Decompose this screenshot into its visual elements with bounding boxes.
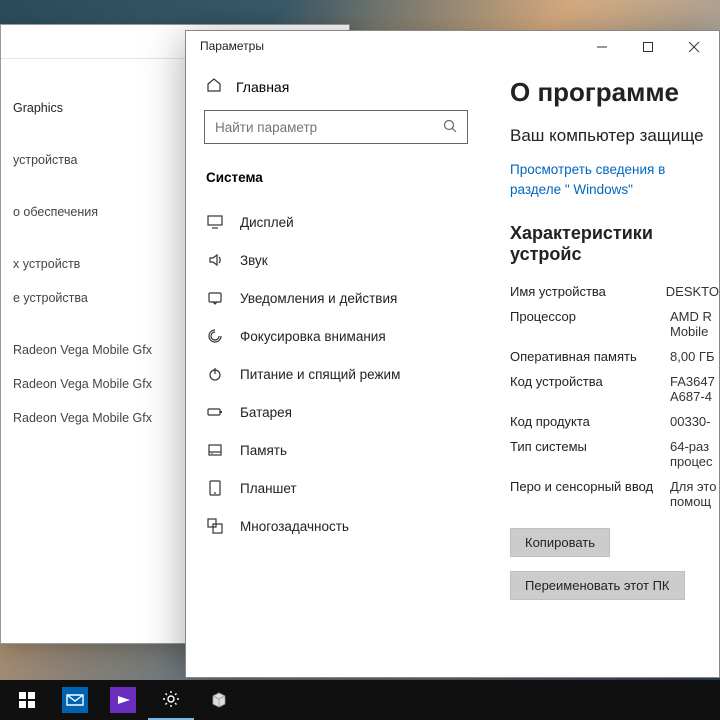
nav-label: Уведомления и действия <box>240 291 397 306</box>
nav-label: Дисплей <box>240 215 294 230</box>
taskbar-settings[interactable] <box>148 680 194 720</box>
desktop: Graphics устройства о обеспечения х устр… <box>0 0 720 720</box>
spec-key: Имя устройства <box>510 284 666 299</box>
spec-value: 00330- <box>670 414 710 429</box>
spec-row: Код продукта00330- <box>510 409 719 434</box>
spec-key: Тип системы <box>510 439 670 469</box>
taskbar-app[interactable] <box>196 680 242 720</box>
sidebar: Главная Система Дисплей Звук Уведомления и… <box>186 63 486 677</box>
spec-value: 8,00 ГБ <box>670 349 714 364</box>
nav-storage[interactable]: Память <box>204 431 468 469</box>
spec-row: Оперативная память8,00 ГБ <box>510 344 719 369</box>
spec-key: Процессор <box>510 309 670 339</box>
copy-button[interactable]: Копировать <box>510 528 610 557</box>
nav-label: Память <box>240 443 287 458</box>
nav-label: Питание и спящий режим <box>240 367 400 382</box>
spec-row: ПроцессорAMD RMobile <box>510 304 719 344</box>
close-button[interactable] <box>671 31 717 63</box>
nav-battery[interactable]: Батарея <box>204 393 468 431</box>
home-label: Главная <box>236 79 289 95</box>
spec-key: Перо и сенсорный ввод <box>510 479 670 509</box>
settings-window: Параметры Главная Система <box>185 30 720 678</box>
nav-tablet[interactable]: Планшет <box>204 469 468 507</box>
battery-icon <box>206 404 224 420</box>
nav-focus[interactable]: Фокусировка внимания <box>204 317 468 355</box>
spec-row: Перо и сенсорный вводДля этопомощ <box>510 474 719 514</box>
home-link[interactable]: Главная <box>204 67 468 110</box>
taskbar-mail[interactable] <box>52 680 98 720</box>
spec-row: Код устройстваFA3647A687-4 <box>510 369 719 409</box>
spec-row: Тип системы64-разпроцес <box>510 434 719 474</box>
spec-key: Код продукта <box>510 414 670 429</box>
spec-value: AMD RMobile <box>670 309 712 339</box>
taskbar <box>0 680 720 720</box>
search-box[interactable] <box>204 110 468 144</box>
power-icon <box>206 366 224 382</box>
nav-label: Планшет <box>240 481 297 496</box>
titlebar[interactable]: Параметры <box>186 31 719 63</box>
storage-icon <box>206 442 224 458</box>
tablet-icon <box>206 480 224 496</box>
app-title: Параметры <box>200 39 264 53</box>
spec-key: Оперативная память <box>510 349 670 364</box>
nav-sound[interactable]: Звук <box>204 241 468 279</box>
spec-row: Имя устройстваDESKTO <box>510 279 719 304</box>
content: О программе Ваш компьютер защище Просмот… <box>486 63 719 677</box>
nav-label: Многозадачность <box>240 519 349 534</box>
security-link[interactable]: Просмотреть сведения в разделе " Windows… <box>510 160 719 201</box>
home-icon <box>206 77 222 96</box>
rename-pc-button[interactable]: Переименовать этот ПК <box>510 571 685 600</box>
nav-notify[interactable]: Уведомления и действия <box>204 279 468 317</box>
start-button[interactable] <box>4 680 50 720</box>
display-icon <box>206 214 224 230</box>
category-label: Система <box>204 166 468 203</box>
taskbar-media[interactable] <box>100 680 146 720</box>
notify-icon <box>206 290 224 306</box>
sound-icon <box>206 252 224 268</box>
spec-value: DESKTO <box>666 284 719 299</box>
section-title: Характеристики устройс <box>510 223 719 265</box>
nav-power[interactable]: Питание и спящий режим <box>204 355 468 393</box>
search-input[interactable] <box>215 120 443 135</box>
spec-key: Код устройства <box>510 374 670 404</box>
page-subtitle: Ваш компьютер защище <box>510 126 719 146</box>
nav-label: Звук <box>240 253 268 268</box>
nav-multi[interactable]: Многозадачность <box>204 507 468 545</box>
search-icon <box>443 119 457 136</box>
page-title: О программе <box>510 77 719 108</box>
spec-value: FA3647A687-4 <box>670 374 715 404</box>
nav-display[interactable]: Дисплей <box>204 203 468 241</box>
nav-label: Фокусировка внимания <box>240 329 386 344</box>
minimize-button[interactable] <box>579 31 625 63</box>
nav-label: Батарея <box>240 405 292 420</box>
multi-icon <box>206 518 224 534</box>
focus-icon <box>206 328 224 344</box>
maximize-button[interactable] <box>625 31 671 63</box>
spec-value: Для этопомощ <box>670 479 716 509</box>
spec-value: 64-разпроцес <box>670 439 713 469</box>
